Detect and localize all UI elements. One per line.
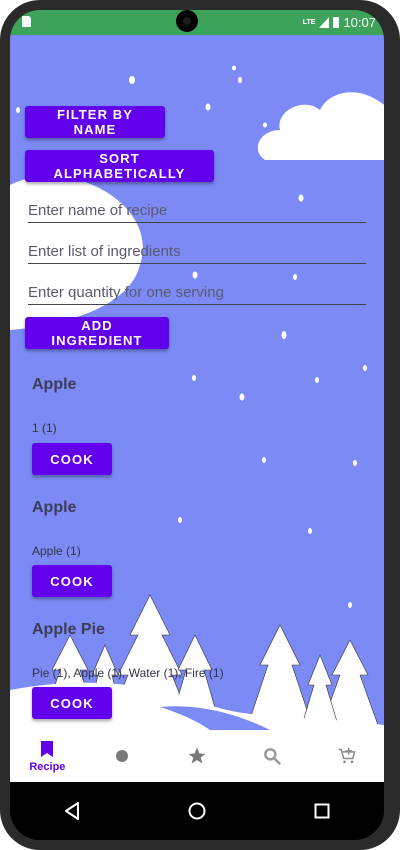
recipe-screen: FILTER BY NAME SORT ALPHABETICALLY ADD I… (10, 35, 384, 730)
network-type: LTE (302, 19, 316, 26)
circle-icon (116, 750, 129, 762)
nav-item-circle[interactable] (92, 730, 152, 782)
nav-item-recipe[interactable]: Recipe (17, 730, 77, 782)
recipe-title: Apple (32, 499, 77, 516)
back-icon[interactable] (64, 802, 80, 820)
status-left (22, 15, 31, 30)
nav-item-search[interactable] (242, 730, 302, 782)
signal-icon (319, 17, 330, 28)
home-icon[interactable] (188, 802, 206, 820)
bookmark-icon (41, 740, 54, 757)
battery-icon (333, 17, 340, 28)
recipe-name-input[interactable] (28, 198, 366, 223)
nav-label: Recipe (29, 760, 66, 773)
cook-button[interactable]: COOK (32, 443, 112, 475)
recipe-title: Apple (32, 376, 77, 393)
cook-button[interactable]: COOK (32, 565, 112, 597)
nav-item-cart[interactable] (317, 730, 377, 782)
front-camera (176, 10, 198, 32)
system-navigation-bar (10, 782, 384, 840)
quantity-per-serving-input[interactable] (28, 280, 366, 305)
recipe-ingredients: Pie (1), Apple (1), Water (1), Fire (1) (32, 666, 224, 680)
screen: LTE 10:07 FILTER BY NAME SORT ALPHABETIC… (10, 10, 384, 840)
status-right: LTE 10:07 (303, 15, 376, 30)
recipe-ingredients: Apple (1) (32, 544, 81, 558)
filter-by-name-button[interactable]: FILTER BY NAME (25, 106, 165, 138)
recipe-title: Apple Pie (32, 621, 105, 638)
star-icon (188, 747, 206, 764)
recipe-ingredients: 1 (1) (32, 421, 57, 435)
sim-card-icon (22, 16, 31, 27)
ingredients-list-input[interactable] (28, 239, 366, 264)
cook-button[interactable]: COOK (32, 687, 112, 719)
phone-frame: LTE 10:07 FILTER BY NAME SORT ALPHABETIC… (0, 0, 400, 850)
cart-add-icon (338, 747, 355, 764)
nav-item-favorites[interactable] (167, 730, 227, 782)
app-content: FILTER BY NAME SORT ALPHABETICALLY ADD I… (10, 35, 384, 730)
bottom-navigation: Recipe (10, 730, 384, 782)
sort-alphabetically-button[interactable]: SORT ALPHABETICALLY (25, 150, 214, 182)
search-icon (263, 748, 281, 765)
clock: 10:07 (343, 15, 376, 30)
recents-icon[interactable] (314, 803, 330, 819)
add-ingredient-button[interactable]: ADD INGREDIENT (25, 317, 169, 349)
